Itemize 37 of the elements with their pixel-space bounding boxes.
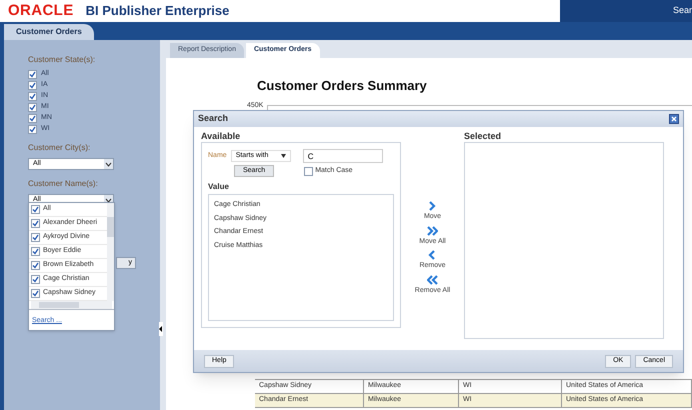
checkbox[interactable] <box>28 70 37 79</box>
caret-icon <box>104 159 113 169</box>
close-button[interactable] <box>669 114 679 124</box>
field-label: Customer City(s): <box>28 142 92 154</box>
chevron-icon <box>426 249 438 261</box>
section-label: Selected <box>464 130 502 142</box>
scrollbar[interactable] <box>107 203 114 301</box>
checkbox[interactable] <box>28 92 37 101</box>
field-label: Customer State(s): <box>28 54 96 66</box>
search-input[interactable]: C <box>302 149 383 163</box>
chevron-icon <box>427 274 438 286</box>
checkbox[interactable] <box>28 125 37 134</box>
oracle-logo: ORACLE <box>8 0 74 21</box>
caret-icon <box>280 154 286 158</box>
checkbox[interactable] <box>31 205 40 214</box>
checkbox[interactable] <box>28 114 37 123</box>
checkbox[interactable] <box>28 103 37 112</box>
checkbox[interactable] <box>31 233 40 242</box>
checkbox[interactable] <box>31 275 40 284</box>
checkbox[interactable] <box>31 219 40 228</box>
report-tab[interactable]: Customer Orders <box>4 24 94 40</box>
checkbox[interactable] <box>28 81 37 90</box>
checkbox[interactable] <box>304 166 314 176</box>
close-icon <box>671 116 677 122</box>
section-label: Available <box>201 130 242 142</box>
dialog-title: Search <box>198 112 228 126</box>
header-link[interactable]: Sear <box>672 4 692 18</box>
section-label: Value <box>208 181 230 193</box>
scrollbar[interactable] <box>31 301 112 309</box>
report-title: Customer Orders Summary <box>257 77 428 95</box>
chevron-icon <box>427 224 438 236</box>
checkbox[interactable] <box>31 247 40 256</box>
field-label: Customer Name(s): <box>28 178 99 190</box>
chevron-icon <box>427 200 438 212</box>
product-title: BI Publisher Enterprise <box>86 2 230 20</box>
checkbox[interactable] <box>31 289 40 298</box>
checkbox[interactable] <box>31 261 40 270</box>
